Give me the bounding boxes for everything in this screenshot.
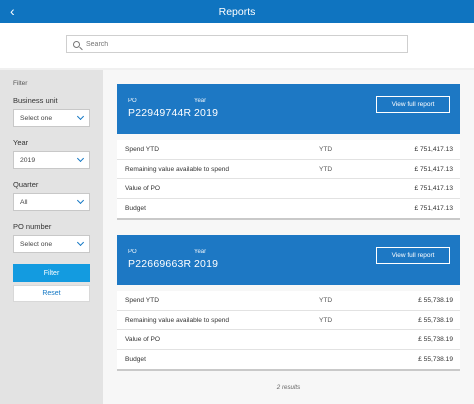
search-box[interactable]	[66, 35, 408, 53]
row-value: £ 751,417.13	[414, 146, 453, 153]
search-input[interactable]	[86, 40, 386, 48]
row-value: £ 55,738.19	[418, 355, 453, 363]
year-value: 2019	[20, 156, 36, 164]
row-label: Spend YTD	[125, 146, 159, 153]
po-number: P22949744R	[128, 107, 192, 119]
row-label: Remaining value available to spend	[125, 165, 230, 173]
report-card-header: PO P22669663R Year 2019 View full report	[117, 235, 460, 285]
table-row: Spend YTD YTD £ 751,417.13	[117, 140, 460, 160]
business-unit-label: Business unit	[13, 96, 58, 105]
quarter-label: Quarter	[13, 180, 39, 189]
chevron-left-icon[interactable]: ‹	[10, 3, 15, 19]
po-label: PO	[128, 98, 137, 104]
row-value: £ 751,417.13	[414, 204, 453, 212]
view-full-report-button[interactable]: View full report	[376, 96, 450, 113]
row-label: Value of PO	[125, 336, 161, 343]
row-value: £ 55,738.19	[418, 336, 453, 343]
filter-panel: Filter Business unit Select one Year 201…	[0, 70, 103, 404]
row-tag: YTD	[319, 316, 333, 324]
row-tag: YTD	[319, 146, 333, 153]
row-label: Budget	[125, 355, 146, 363]
report-card-rows: Spend YTD YTD £ 751,417.13 Remaining val…	[117, 140, 460, 220]
row-label: Remaining value available to spend	[125, 316, 230, 324]
row-label: Spend YTD	[125, 297, 159, 304]
row-tag: YTD	[319, 297, 333, 304]
row-label: Budget	[125, 204, 146, 212]
top-bar: ‹ Reports	[0, 0, 474, 23]
page-title: Reports	[218, 5, 256, 18]
year-select[interactable]: 2019	[13, 151, 90, 169]
quarter-select[interactable]: All	[13, 193, 90, 211]
search-bar-area	[0, 23, 474, 68]
row-tag: YTD	[319, 165, 333, 173]
row-label: Value of PO	[125, 185, 161, 192]
chevron-down-icon	[76, 196, 85, 205]
row-value: £ 751,417.13	[414, 185, 453, 192]
row-value: £ 55,738.19	[418, 316, 453, 324]
table-row: Remaining value available to spend YTD £…	[117, 311, 460, 330]
view-full-report-button[interactable]: View full report	[376, 247, 450, 264]
quarter-value: All	[20, 198, 28, 206]
reset-button[interactable]: Reset	[13, 285, 90, 302]
report-list: PO P22949744R Year 2019 View full report…	[103, 70, 474, 404]
chevron-down-icon	[76, 238, 85, 247]
year-label: Year	[194, 249, 207, 255]
results-count: 2 results	[276, 384, 301, 391]
year-value: 2019	[194, 258, 219, 270]
table-row: Budget £ 55,738.19	[117, 350, 460, 370]
filter-title: Filter	[13, 80, 28, 87]
year-value: 2019	[194, 107, 219, 119]
table-row: Value of PO £ 751,417.13	[117, 179, 460, 199]
chevron-down-icon	[76, 154, 85, 163]
table-row: Value of PO £ 55,738.19	[117, 330, 460, 350]
row-value: £ 751,417.13	[414, 165, 453, 173]
po-number-value: Select one	[20, 240, 53, 248]
row-value: £ 55,738.19	[418, 297, 453, 304]
table-row: Remaining value available to spend YTD £…	[117, 160, 460, 179]
po-label: PO	[128, 249, 137, 255]
year-label: Year	[13, 138, 29, 147]
report-card-header: PO P22949744R Year 2019 View full report	[117, 84, 460, 134]
report-card-rows: Spend YTD YTD £ 55,738.19 Remaining valu…	[117, 291, 460, 371]
chevron-down-icon	[76, 112, 85, 121]
business-unit-select[interactable]: Select one	[13, 109, 90, 127]
po-number-label: PO number	[13, 222, 52, 231]
table-row: Budget £ 751,417.13	[117, 199, 460, 219]
filter-button[interactable]: Filter	[13, 264, 90, 282]
table-row: Spend YTD YTD £ 55,738.19	[117, 291, 460, 311]
po-number-select[interactable]: Select one	[13, 235, 90, 253]
business-unit-value: Select one	[20, 114, 53, 122]
year-label: Year	[194, 98, 207, 104]
search-icon	[73, 40, 80, 48]
po-number: P22669663R	[128, 258, 192, 270]
